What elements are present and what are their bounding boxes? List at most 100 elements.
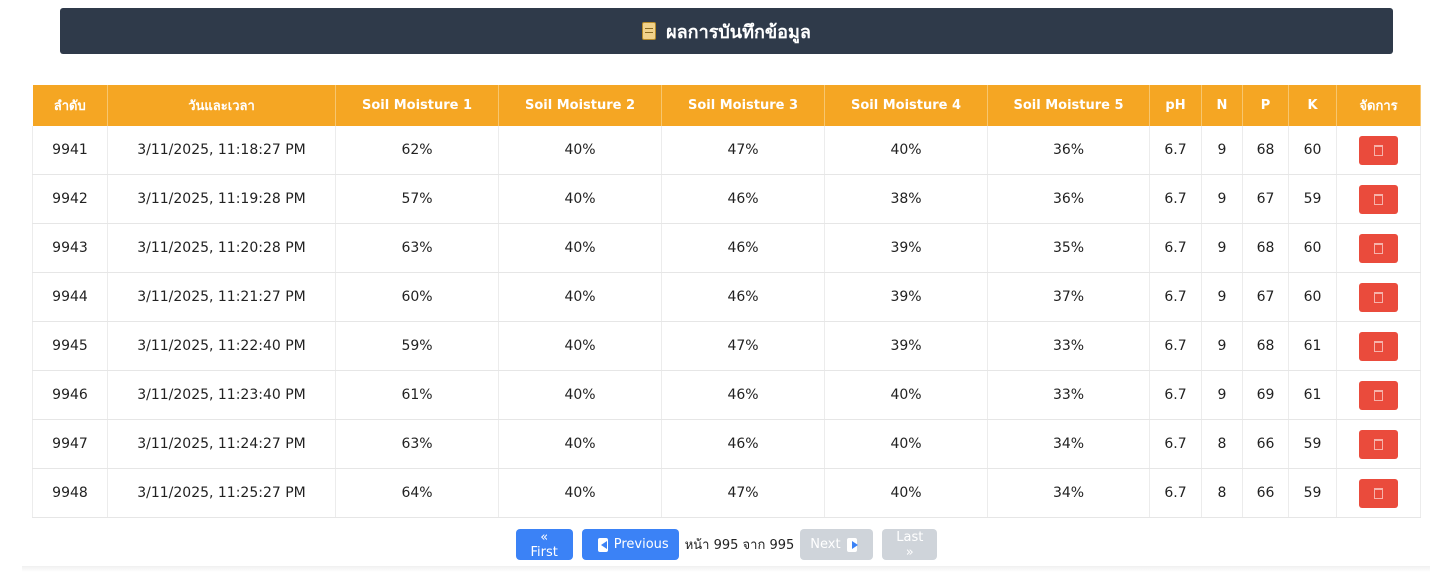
cell-ph: 6.7	[1149, 468, 1202, 518]
table-row: 9944 3/11/2025, 11:21:27 PM 60% 40% 46% …	[32, 272, 1421, 322]
cell-sm2: 40%	[498, 419, 662, 469]
delete-button[interactable]	[1359, 331, 1398, 361]
table-row: 9943 3/11/2025, 11:20:28 PM 63% 40% 46% …	[32, 223, 1421, 273]
table-row: 9948 3/11/2025, 11:25:27 PM 64% 40% 47% …	[32, 468, 1421, 518]
arrow-left-icon	[597, 537, 608, 552]
delete-button[interactable]	[1359, 184, 1398, 214]
cell-n: 9	[1201, 174, 1243, 224]
trash-icon	[1374, 242, 1383, 254]
cell-k: 60	[1288, 126, 1337, 175]
cell-sm1: 63%	[335, 419, 499, 469]
cell-sm1: 61%	[335, 370, 499, 420]
cell-sm2: 40%	[498, 126, 662, 175]
cell-sm5: 33%	[987, 321, 1150, 371]
cell-datetime: 3/11/2025, 11:22:40 PM	[107, 321, 336, 371]
delete-button[interactable]	[1359, 282, 1398, 312]
cell-sm4: 40%	[824, 419, 988, 469]
cell-n: 8	[1201, 419, 1243, 469]
col-header-datetime: วันและเวลา	[107, 85, 336, 126]
cell-index: 9946	[32, 370, 108, 420]
cell-datetime: 3/11/2025, 11:20:28 PM	[107, 223, 336, 273]
cell-sm1: 60%	[335, 272, 499, 322]
cell-actions	[1336, 321, 1421, 371]
page-indicator: หน้า 995 จาก 995	[684, 538, 795, 553]
cell-sm2: 40%	[498, 321, 662, 371]
col-header-p: P	[1242, 85, 1289, 126]
col-header-actions: จัดการ	[1336, 85, 1421, 126]
table-header-row: ลำดับ วันและเวลา Soil Moisture 1 Soil Mo…	[32, 85, 1421, 126]
cell-sm3: 46%	[661, 272, 825, 322]
cell-n: 9	[1201, 321, 1243, 371]
cell-index: 9941	[32, 126, 108, 175]
col-header-index: ลำดับ	[32, 85, 108, 126]
cell-sm4: 40%	[824, 468, 988, 518]
trash-icon	[1374, 389, 1383, 401]
cell-n: 9	[1201, 370, 1243, 420]
trash-icon	[1374, 144, 1383, 156]
cell-index: 9942	[32, 174, 108, 224]
next-label: Next	[810, 537, 841, 552]
cell-actions	[1336, 174, 1421, 224]
cell-p: 67	[1242, 272, 1289, 322]
cell-sm4: 39%	[824, 321, 988, 371]
first-page-button[interactable]: « First	[515, 529, 573, 560]
arrow-right-icon	[846, 537, 858, 552]
cell-sm5: 34%	[987, 419, 1150, 469]
col-header-soil-moisture-5: Soil Moisture 5	[987, 85, 1150, 126]
cell-sm3: 47%	[661, 126, 825, 175]
cell-sm3: 47%	[661, 468, 825, 518]
delete-button[interactable]	[1359, 135, 1398, 165]
cell-sm2: 40%	[498, 174, 662, 224]
cell-actions	[1336, 272, 1421, 322]
cell-k: 61	[1288, 370, 1337, 420]
cell-p: 66	[1242, 419, 1289, 469]
cell-sm2: 40%	[498, 468, 662, 518]
cell-index: 9948	[32, 468, 108, 518]
col-header-soil-moisture-1: Soil Moisture 1	[335, 85, 499, 126]
cell-sm5: 37%	[987, 272, 1150, 322]
cell-sm5: 36%	[987, 174, 1150, 224]
cell-sm4: 38%	[824, 174, 988, 224]
cell-n: 9	[1201, 126, 1243, 175]
delete-button[interactable]	[1359, 233, 1398, 263]
col-header-soil-moisture-3: Soil Moisture 3	[661, 85, 825, 126]
next-page-button[interactable]: Next	[800, 529, 874, 560]
cell-datetime: 3/11/2025, 11:18:27 PM	[107, 126, 336, 175]
cell-sm4: 40%	[824, 126, 988, 175]
col-header-soil-moisture-4: Soil Moisture 4	[824, 85, 988, 126]
trash-icon	[1374, 340, 1383, 352]
cell-sm3: 46%	[661, 419, 825, 469]
cell-k: 60	[1288, 272, 1337, 322]
card-bottom-shadow	[22, 566, 1430, 572]
cell-k: 59	[1288, 174, 1337, 224]
last-page-button[interactable]: Last »	[882, 529, 938, 560]
previous-page-button[interactable]: Previous	[581, 529, 679, 560]
cell-sm3: 47%	[661, 321, 825, 371]
cell-sm2: 40%	[498, 272, 662, 322]
trash-icon	[1374, 193, 1383, 205]
cell-k: 61	[1288, 321, 1337, 371]
table-row: 9947 3/11/2025, 11:24:27 PM 63% 40% 46% …	[32, 419, 1421, 469]
cell-index: 9944	[32, 272, 108, 322]
records-table: ลำดับ วันและเวลา Soil Moisture 1 Soil Mo…	[32, 85, 1421, 518]
cell-sm2: 40%	[498, 370, 662, 420]
cell-sm4: 39%	[824, 272, 988, 322]
trash-icon	[1374, 438, 1383, 450]
cell-ph: 6.7	[1149, 174, 1202, 224]
cell-ph: 6.7	[1149, 272, 1202, 322]
delete-button[interactable]	[1359, 380, 1398, 410]
cell-sm5: 36%	[987, 126, 1150, 175]
previous-label: Previous	[613, 537, 669, 552]
cell-k: 60	[1288, 223, 1337, 273]
delete-button[interactable]	[1359, 478, 1398, 508]
cell-p: 66	[1242, 468, 1289, 518]
cell-datetime: 3/11/2025, 11:25:27 PM	[107, 468, 336, 518]
cell-n: 8	[1201, 468, 1243, 518]
cell-p: 68	[1242, 126, 1289, 175]
cell-k: 59	[1288, 468, 1337, 518]
cell-sm3: 46%	[661, 174, 825, 224]
cell-sm3: 46%	[661, 370, 825, 420]
delete-button[interactable]	[1359, 429, 1398, 459]
cell-index: 9943	[32, 223, 108, 273]
cell-index: 9945	[32, 321, 108, 371]
